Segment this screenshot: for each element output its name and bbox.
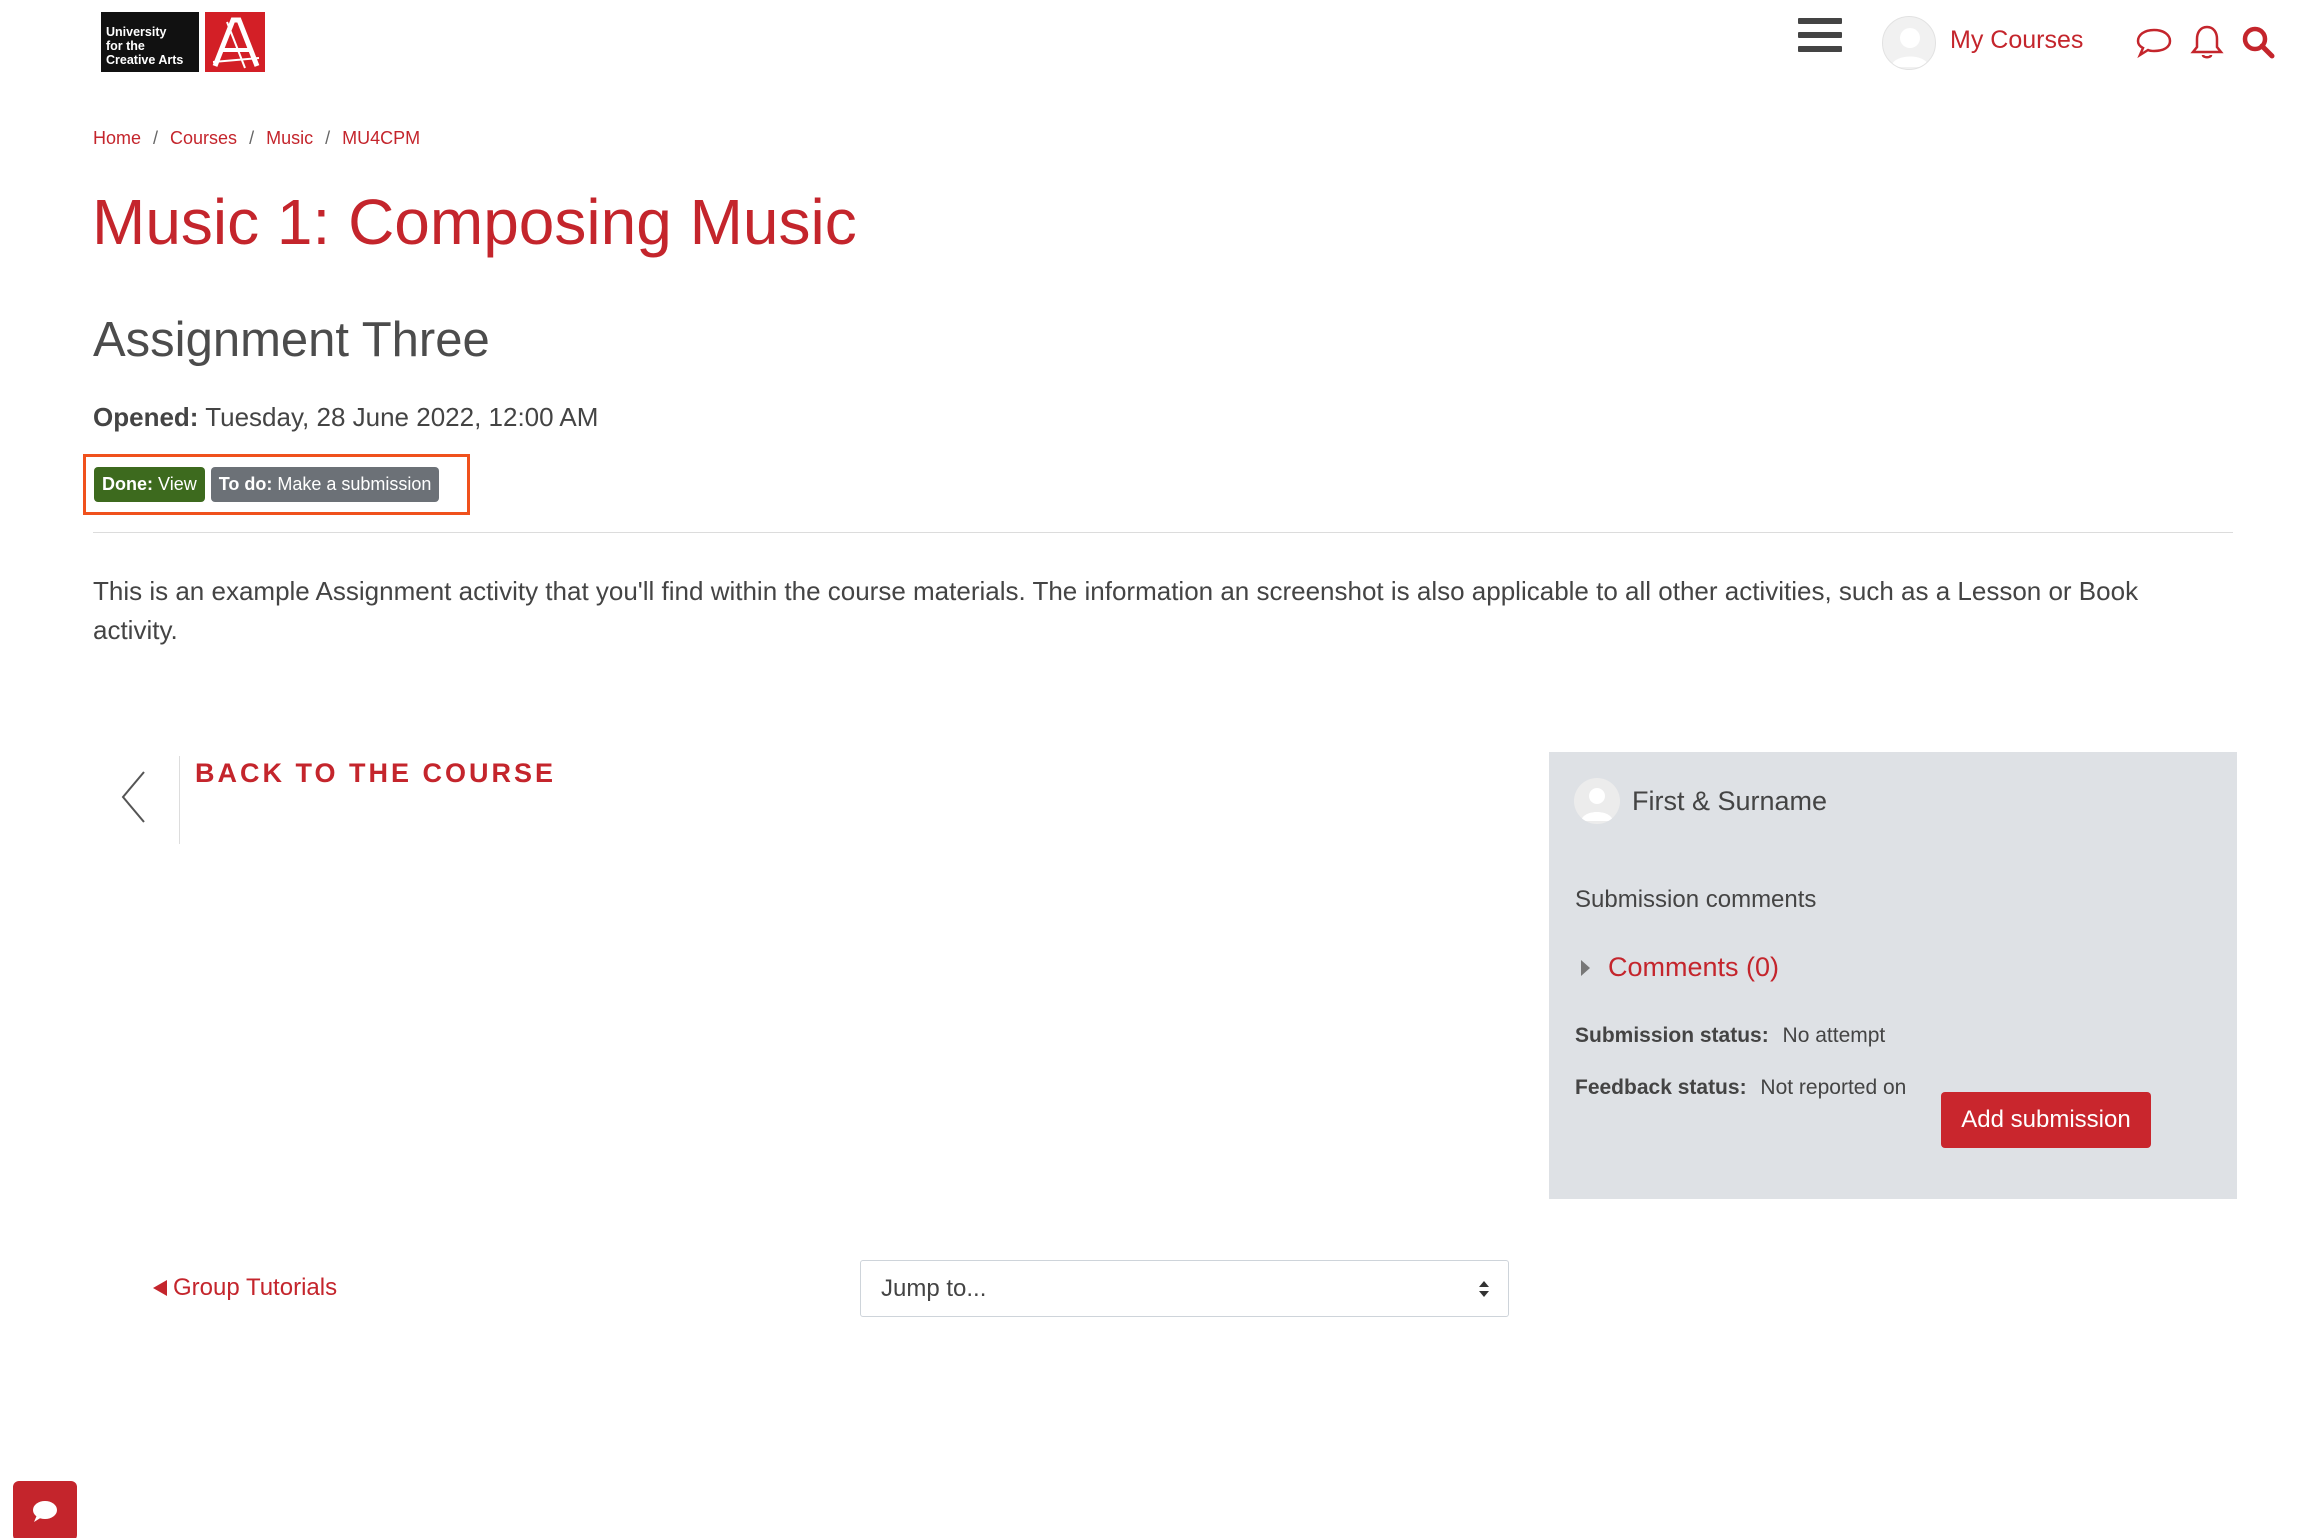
breadcrumb-home[interactable]: Home: [93, 128, 141, 149]
comments-link[interactable]: Comments (0): [1608, 952, 1779, 983]
user-avatar[interactable]: [1882, 16, 1936, 70]
submission-panel: First & Surname Submission comments Comm…: [1549, 752, 2237, 1199]
jump-to-placeholder: Jump to...: [881, 1275, 987, 1302]
opened-label: Opened:: [93, 402, 199, 432]
site-header: University for the Creative Arts My Cour…: [0, 0, 2318, 90]
assignment-title: Assignment Three: [93, 313, 490, 367]
prev-activity-link[interactable]: Group Tutorials: [153, 1274, 337, 1302]
user-row: First & Surname: [1574, 778, 1827, 824]
breadcrumb: Home / Courses / Music / MU4CPM: [93, 128, 420, 149]
chevron-left-icon: [121, 771, 145, 823]
search-icon[interactable]: [2238, 22, 2278, 62]
submission-status-value: No attempt: [1782, 1024, 1886, 1047]
done-badge: Done: View: [94, 467, 205, 502]
back-divider: [179, 756, 180, 844]
my-courses-link[interactable]: My Courses: [1950, 26, 2083, 55]
feedback-status-value: Not reported on: [1760, 1076, 1907, 1099]
caret-right-icon: [1581, 959, 1590, 976]
course-title: Music 1: Composing Music: [92, 186, 857, 258]
bell-icon[interactable]: [2187, 22, 2227, 62]
assignment-description: This is an example Assignment activity t…: [93, 576, 2139, 645]
user-avatar-small: [1574, 778, 1620, 824]
user-name: First & Surname: [1632, 785, 1828, 816]
opened-value: Tuesday, 28 June 2022, 12:00 AM: [205, 402, 599, 432]
back-to-course-label: BACK TO THE COURSE: [195, 758, 557, 788]
breadcrumb-separator: /: [249, 128, 255, 148]
breadcrumb-course-code[interactable]: MU4CPM: [342, 128, 420, 149]
comments-toggle[interactable]: Comments (0): [1575, 952, 1779, 983]
breadcrumb-separator: /: [153, 128, 159, 148]
submission-comments-heading: Submission comments: [1575, 886, 1817, 913]
breadcrumb-courses[interactable]: Courses: [170, 128, 237, 149]
menu-icon[interactable]: [1798, 18, 1842, 54]
feedback-status-label: Feedback status:: [1575, 1076, 1747, 1099]
add-submission-button[interactable]: Add submission: [1941, 1092, 2151, 1148]
completion-badges: Done: View To do: Make a submission: [94, 467, 440, 502]
submission-status-label: Submission status:: [1575, 1024, 1769, 1047]
logo-wordmark: University for the Creative Arts: [101, 12, 199, 72]
feedback-status: Feedback status: Not reported on: [1575, 1076, 1906, 1100]
university-logo[interactable]: University for the Creative Arts: [101, 12, 265, 72]
caret-left-icon: [153, 1280, 167, 1296]
chat-bubble-icon[interactable]: [2134, 22, 2174, 62]
jump-to-select[interactable]: Jump to...: [860, 1260, 1509, 1317]
logo-a-mark: [205, 12, 265, 72]
chat-icon: [33, 1501, 57, 1522]
todo-badge: To do: Make a submission: [210, 467, 440, 502]
submission-status: Submission status: No attempt: [1575, 1024, 1885, 1048]
select-arrows-icon: [1479, 1281, 1489, 1297]
section-divider: [93, 532, 2233, 533]
prev-activity-label: Group Tutorials: [173, 1274, 338, 1301]
breadcrumb-music[interactable]: Music: [266, 128, 313, 149]
opened-date: Opened: Tuesday, 28 June 2022, 12:00 AM: [93, 402, 598, 433]
chat-widget-button[interactable]: [13, 1481, 77, 1538]
breadcrumb-separator: /: [325, 128, 331, 148]
back-to-course-link[interactable]: BACK TO THE COURSE: [100, 748, 553, 848]
